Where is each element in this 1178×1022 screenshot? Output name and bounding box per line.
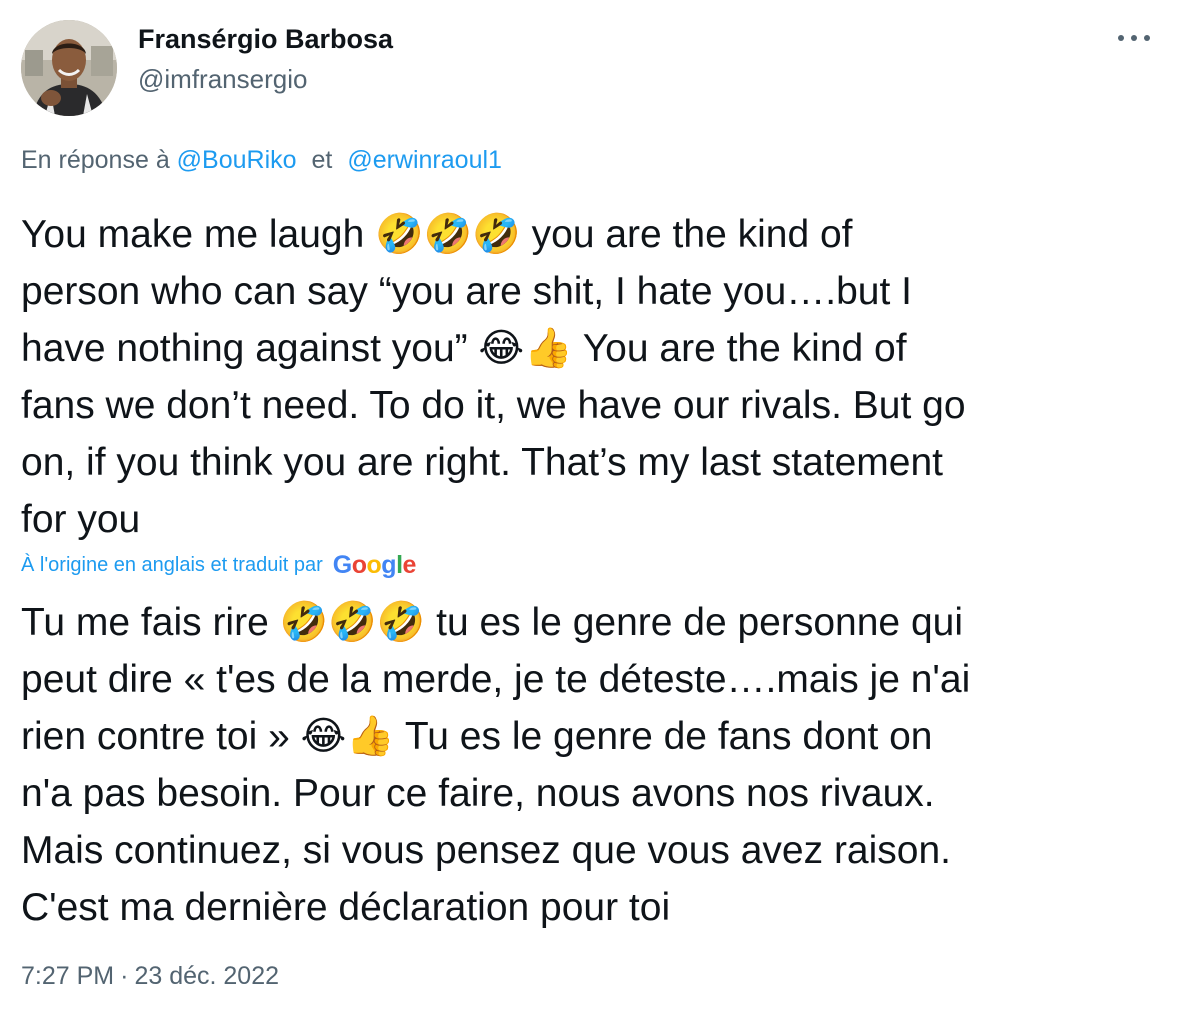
avatar[interactable]	[21, 20, 117, 116]
tweet: Fransérgio Barbosa @imfransergio En répo…	[0, 0, 1178, 1022]
google-logo: Google	[332, 550, 417, 580]
timestamp-separator: ·	[120, 962, 129, 990]
google-logo-letter: G	[332, 550, 352, 579]
google-logo-letter: e	[402, 550, 417, 579]
tweet-text: You make me laugh 🤣🤣🤣 you are the kind o…	[21, 213, 966, 541]
author-display-name[interactable]: Fransérgio Barbosa	[138, 24, 393, 55]
translation-attribution[interactable]: À l'origine en anglais et traduit par Go…	[21, 547, 416, 583]
google-logo-letter: o	[366, 550, 382, 579]
author-handle[interactable]: @imfransergio	[138, 64, 307, 95]
reply-context: En réponse à @BouRiko et @erwinraoul1	[21, 146, 502, 175]
translated-text: Tu me fais rire 🤣🤣🤣 tu es le genre de pe…	[21, 601, 971, 929]
more-options-button[interactable]	[1112, 22, 1156, 54]
tweet-timestamp[interactable]: 7:27 PM · 23 déc. 2022	[21, 962, 279, 991]
more-horizontal-icon	[1118, 35, 1150, 41]
translation-label: À l'origine en anglais et traduit par	[21, 553, 323, 576]
google-logo-letter: g	[381, 550, 397, 579]
mention-link[interactable]: @erwinraoul1	[347, 146, 502, 174]
tweet-time: 7:27 PM	[21, 962, 115, 990]
profile-photo-icon	[21, 20, 117, 116]
reply-conjunction: et	[311, 146, 333, 174]
google-logo-letter: o	[351, 550, 367, 579]
tweet-date: 23 déc. 2022	[134, 962, 280, 990]
mention-link[interactable]: @BouRiko	[177, 146, 297, 174]
reply-prefix: En réponse à	[21, 146, 170, 174]
